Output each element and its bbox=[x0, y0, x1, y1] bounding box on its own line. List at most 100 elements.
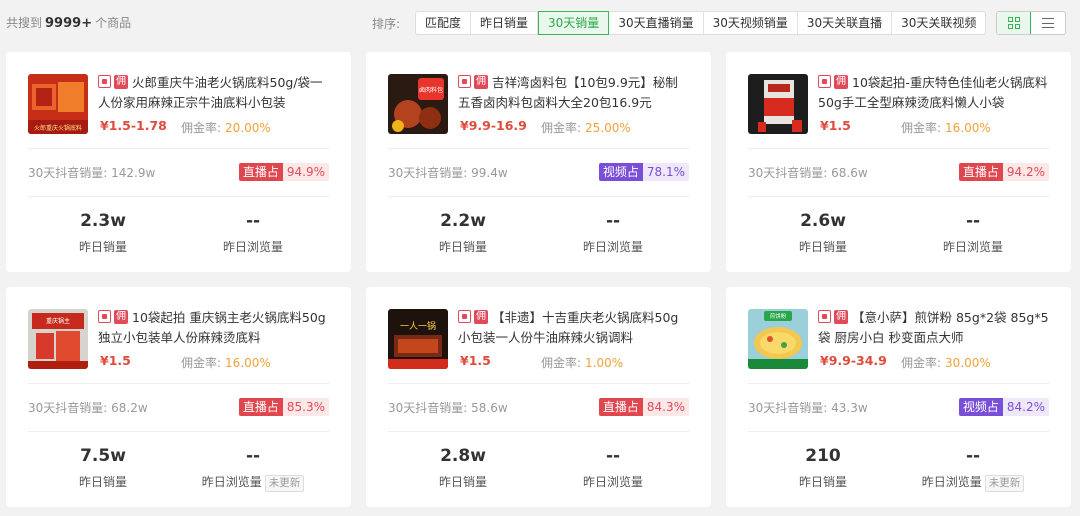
product-price: ¥9.9-16.9 bbox=[460, 118, 527, 133]
sort-label: 排序: bbox=[372, 17, 401, 31]
sort-tab-30d-sales[interactable]: 30天销量 bbox=[538, 11, 610, 35]
yesterday-sales-value: 210 bbox=[805, 446, 841, 466]
divider bbox=[28, 196, 329, 197]
yesterday-views-text: 昨日浏览量 bbox=[582, 475, 643, 489]
share-label: 直播占 bbox=[238, 398, 283, 416]
product-title[interactable]: 10袋起拍-重庆特色佳仙老火锅底料50g手工全型麻辣烫底料懒人小袋 bbox=[818, 73, 1050, 113]
share-label: 直播占 bbox=[598, 398, 643, 416]
share-value: 94.2% bbox=[1002, 163, 1049, 181]
yesterday-sales-stat: 210 昨日销量 bbox=[763, 445, 883, 490]
commission-rate: 16.00% bbox=[225, 356, 271, 370]
product-price: ¥9.9-34.9 bbox=[820, 353, 887, 368]
commission-tag: 佣 bbox=[114, 310, 128, 324]
commission-label: 佣金率: bbox=[901, 121, 942, 135]
share-label: 直播占 bbox=[238, 163, 283, 181]
sort-tab-30d-live-sales[interactable]: 30天直播销量 bbox=[609, 12, 704, 34]
product-price: ¥1.5-1.78 bbox=[100, 118, 167, 133]
yesterday-views-stat: -- 昨日浏览量 bbox=[553, 210, 673, 255]
yesterday-views-value: -- bbox=[245, 211, 261, 231]
commission-label: 佣金率: bbox=[541, 121, 582, 135]
product-thumbnail[interactable]: 重庆锅主 bbox=[28, 309, 88, 369]
product-thumbnail[interactable]: 卤肉料包 bbox=[388, 74, 448, 134]
commission-rate: 20.00% bbox=[225, 121, 271, 135]
commission-tag: 佣 bbox=[474, 75, 488, 89]
product-card[interactable]: 卤肉料包 吉祥湾卤料包【10包9.9元】秘制五香卤肉料包卤料大全20包16.9元… bbox=[366, 52, 711, 272]
channel-share-badge: 视频占 84.2% bbox=[958, 398, 1049, 416]
product-tags: 佣 bbox=[458, 310, 488, 324]
yesterday-sales-value: 2.6w bbox=[800, 211, 846, 231]
shop-icon bbox=[98, 75, 111, 88]
shop-icon bbox=[458, 75, 471, 88]
shop-icon bbox=[818, 75, 831, 88]
result-count: 9999+ bbox=[45, 16, 93, 31]
sales-30d-label: 30天抖音销量: bbox=[748, 401, 828, 415]
sort-tab-30d-video-sales[interactable]: 30天视频销量 bbox=[704, 12, 798, 34]
channel-share-badge: 直播占 94.9% bbox=[238, 163, 329, 181]
sales-30d-value: 142.9w bbox=[111, 166, 156, 180]
product-title[interactable]: 10袋起拍 重庆锅主老火锅底料50g独立小包装单人份麻辣烫底料 bbox=[98, 308, 330, 348]
toolbar: 共搜到 9999+ 个商品 排序: 匹配度 昨日销量 30天销量 30天直播销量 3… bbox=[0, 0, 1080, 46]
sales-30d-value: 68.6w bbox=[831, 166, 868, 180]
yesterday-views-text: 昨日浏览量 bbox=[222, 240, 283, 254]
sort-tabs: 匹配度 昨日销量 30天销量 30天直播销量 30天视频销量 30天关联直播 3… bbox=[415, 11, 987, 35]
sort-tab-30d-related-live[interactable]: 30天关联直播 bbox=[798, 12, 893, 34]
product-card[interactable]: 10袋起拍-重庆特色佳仙老火锅底料50g手工全型麻辣烫底料懒人小袋 佣 ¥1.5… bbox=[726, 52, 1071, 272]
share-value: 94.9% bbox=[282, 163, 329, 181]
yesterday-views-value: -- bbox=[965, 446, 981, 466]
result-summary: 共搜到 9999+ 个商品 bbox=[6, 14, 131, 31]
product-card[interactable]: 煎饼粉 【意小萨】煎饼粉 85g*2袋 85g*5袋 厨房小白 秒变面点大师 佣… bbox=[726, 287, 1071, 507]
product-card[interactable]: 重庆锅主 10袋起拍 重庆锅主老火锅底料50g独立小包装单人份麻辣烫底料 佣 ¥… bbox=[6, 287, 351, 507]
sales-30d-value: 43.3w bbox=[831, 401, 868, 415]
list-icon bbox=[1042, 18, 1054, 28]
product-card[interactable]: 火郎重庆火锅底料 火郎重庆牛油老火锅底料50g/袋一人份家用麻辣正宗牛油底料小包… bbox=[6, 52, 351, 272]
commission-tag: 佣 bbox=[114, 75, 128, 89]
product-thumbnail[interactable]: 火郎重庆火锅底料 bbox=[28, 74, 88, 134]
product-thumbnail[interactable]: 煎饼粉 bbox=[748, 309, 808, 369]
sort-tab-match[interactable]: 匹配度 bbox=[416, 12, 472, 34]
grid-view-button[interactable] bbox=[997, 12, 1031, 34]
yesterday-sales-label: 昨日销量 bbox=[438, 240, 487, 254]
yesterday-sales-stat: 2.3w 昨日销量 bbox=[43, 210, 163, 255]
sales-30d-value: 68.2w bbox=[111, 401, 148, 415]
yesterday-views-value: -- bbox=[245, 446, 261, 466]
svg-text:卤肉料包: 卤肉料包 bbox=[419, 86, 443, 94]
channel-share-badge: 直播占 94.2% bbox=[958, 163, 1049, 181]
divider bbox=[388, 196, 689, 197]
sales-30d-label: 30天抖音销量: bbox=[28, 401, 108, 415]
not-updated-badge: 未更新 bbox=[264, 475, 305, 492]
product-title[interactable]: 【非遗】十吉重庆老火锅底料50g小包装一人份牛油麻辣火锅调料 bbox=[458, 308, 690, 348]
product-tags: 佣 bbox=[818, 310, 848, 324]
product-title[interactable]: 火郎重庆牛油老火锅底料50g/袋一人份家用麻辣正宗牛油底料小包装 bbox=[98, 73, 330, 113]
yesterday-views-stat: -- 昨日浏览量 bbox=[193, 210, 313, 255]
yesterday-views-value: -- bbox=[605, 211, 621, 231]
commission-label: 佣金率: bbox=[541, 356, 582, 370]
yesterday-views-value: -- bbox=[605, 446, 621, 466]
divider bbox=[388, 148, 689, 149]
divider bbox=[388, 431, 689, 432]
product-title[interactable]: 吉祥湾卤料包【10包9.9元】秘制五香卤肉料包卤料大全20包16.9元 bbox=[458, 73, 690, 113]
product-thumbnail[interactable] bbox=[748, 74, 808, 134]
yesterday-views-label: 昨日浏览量 未更新 bbox=[193, 473, 313, 492]
commission-label: 佣金率: bbox=[901, 356, 942, 370]
not-updated-badge: 未更新 bbox=[984, 475, 1025, 492]
svg-text:火郎重庆火锅底料: 火郎重庆火锅底料 bbox=[34, 124, 82, 132]
sort-tab-30d-related-video[interactable]: 30天关联视频 bbox=[892, 12, 985, 34]
commission-info: 佣金率: 30.00% bbox=[901, 354, 991, 371]
sales-30d: 30天抖音销量: 99.4w bbox=[388, 164, 508, 181]
yesterday-views-text: 昨日浏览量 bbox=[921, 475, 982, 489]
list-view-button[interactable] bbox=[1031, 12, 1065, 34]
product-card[interactable]: 一人一锅 【非遗】十吉重庆老火锅底料50g小包装一人份牛油麻辣火锅调料 佣 ¥1… bbox=[366, 287, 711, 507]
yesterday-sales-label: 昨日销量 bbox=[798, 475, 847, 489]
yesterday-views-value: -- bbox=[965, 211, 981, 231]
product-price: ¥1.5 bbox=[460, 353, 491, 368]
commission-info: 佣金率: 25.00% bbox=[541, 119, 631, 136]
product-thumbnail[interactable]: 一人一锅 bbox=[388, 309, 448, 369]
yesterday-views-stat: -- 昨日浏览量 bbox=[913, 210, 1033, 255]
product-title[interactable]: 【意小萨】煎饼粉 85g*2袋 85g*5袋 厨房小白 秒变面点大师 bbox=[818, 308, 1050, 348]
commission-rate: 16.00% bbox=[945, 121, 991, 135]
channel-share-badge: 直播占 84.3% bbox=[598, 398, 689, 416]
sales-30d-value: 58.6w bbox=[471, 401, 508, 415]
sales-30d-value: 99.4w bbox=[471, 166, 508, 180]
commission-tag: 佣 bbox=[834, 75, 848, 89]
sort-tab-yesterday-sales[interactable]: 昨日销量 bbox=[471, 12, 539, 34]
